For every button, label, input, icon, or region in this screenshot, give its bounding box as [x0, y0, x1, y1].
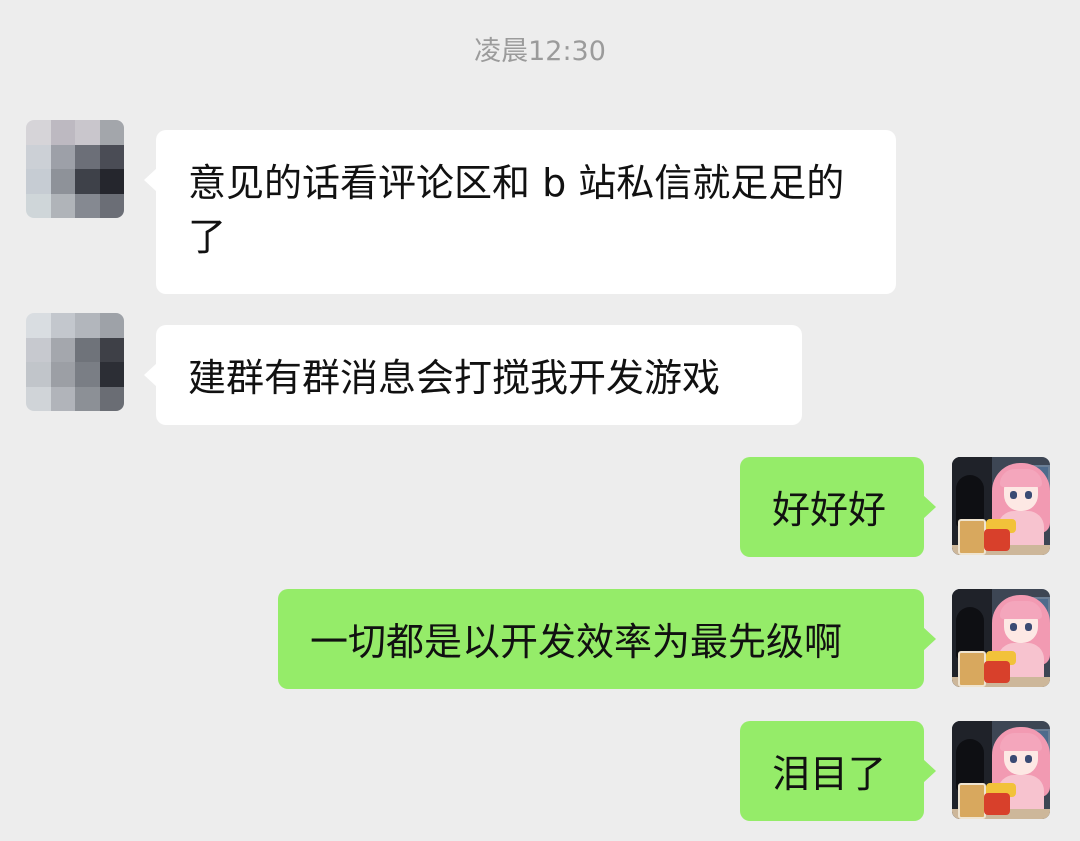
- message-text: 建群有群消息会打搅我开发游戏: [188, 356, 721, 400]
- message-text: 一切都是以开发效率为最先级啊: [310, 620, 843, 664]
- anime-girl-avatar-icon: [952, 589, 1050, 687]
- pixelated-avatar-icon: [26, 120, 124, 218]
- message-text: 泪目了: [772, 752, 887, 796]
- user-avatar[interactable]: [952, 721, 1050, 819]
- message-text: 好好好: [772, 488, 887, 532]
- pixelated-avatar-icon: [26, 313, 124, 411]
- outgoing-message-bubble[interactable]: 好好好: [740, 457, 936, 557]
- incoming-message-bubble[interactable]: 建群有群消息会打搅我开发游戏: [144, 325, 802, 425]
- user-avatar[interactable]: [952, 589, 1050, 687]
- contact-avatar[interactable]: [26, 313, 124, 411]
- incoming-message-bubble[interactable]: 意见的话看评论区和 b 站私信就足足的了: [144, 130, 896, 294]
- user-avatar[interactable]: [952, 457, 1050, 555]
- outgoing-message-bubble[interactable]: 泪目了: [740, 721, 936, 821]
- outgoing-message-bubble[interactable]: 一切都是以开发效率为最先级啊: [278, 589, 936, 689]
- message-text: 意见的话看评论区和 b 站私信就足足的了: [188, 161, 845, 259]
- message-timestamp: 凌晨12:30: [474, 36, 606, 67]
- anime-girl-avatar-icon: [952, 457, 1050, 555]
- chat-area: 凌晨12:30 意见的话看评论区和 b 站私信就足足的了 建群有群消息会打搅我开…: [0, 0, 1080, 841]
- contact-avatar[interactable]: [26, 120, 124, 218]
- anime-girl-avatar-icon: [952, 721, 1050, 819]
